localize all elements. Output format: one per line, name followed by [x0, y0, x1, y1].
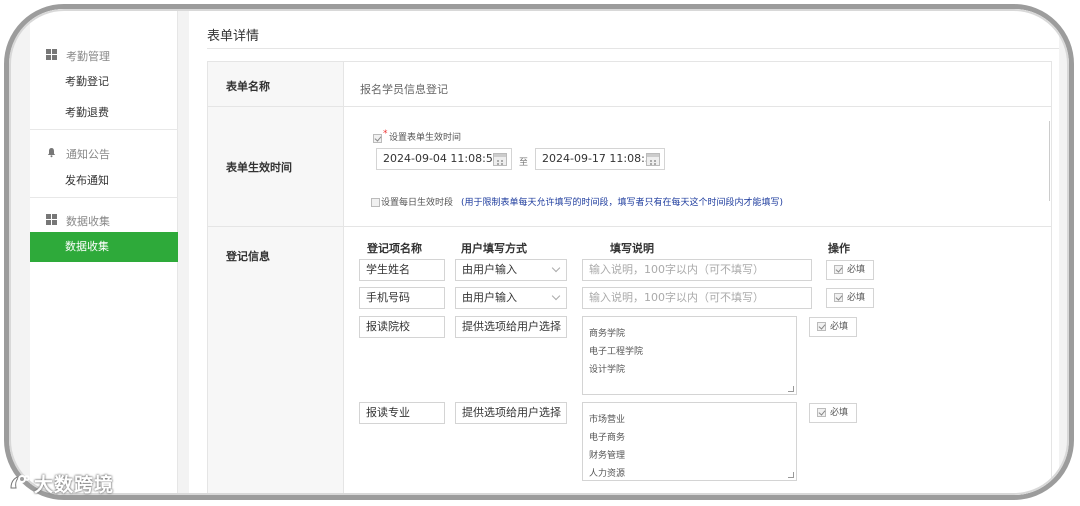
- column-header-mode: 用户填写方式: [461, 242, 527, 255]
- time-required-mark: *: [383, 129, 388, 139]
- sidebar-item-attendance-refund[interactable]: 考勤退费: [30, 98, 178, 128]
- required-checkbox[interactable]: 必填: [826, 260, 874, 280]
- required-label: 必填: [830, 408, 849, 418]
- chevron-down-icon: [551, 263, 561, 273]
- sidebar-item-data-collection[interactable]: 数据收集: [30, 232, 178, 262]
- sidebar-group-label: 通知公告: [66, 148, 110, 161]
- column-header-desc: 填写说明: [610, 242, 654, 255]
- option-line: 电子工程学院: [589, 347, 644, 357]
- field-options-textarea[interactable]: 商务学院 电子工程学院 设计学院: [582, 316, 797, 395]
- form-detail-table: 表单名称 报名学员信息登记 表单生效时间 * 设置表单生效时间 2024-09-…: [207, 61, 1052, 495]
- time-enable-checkbox[interactable]: [373, 134, 382, 143]
- row-divider: [208, 106, 1051, 107]
- end-date-value: 2024-09-17 11:08:58: [542, 152, 659, 165]
- sidebar-item-attendance-register[interactable]: 考勤登记: [30, 67, 178, 97]
- title-divider: [207, 48, 1059, 49]
- time-checkbox-label: 设置表单生效时间: [389, 133, 462, 143]
- resize-handle-icon[interactable]: [788, 386, 794, 392]
- calendar-icon[interactable]: [646, 153, 660, 166]
- select-value: 由用户输入: [462, 291, 517, 304]
- sidebar-group-attendance[interactable]: 考勤管理: [30, 43, 178, 67]
- main-content: 表单详情 表单名称 报名学员信息登记 表单生效时间 * 设置表单生效时间 202…: [189, 9, 1059, 495]
- chevron-down-icon: [551, 291, 561, 301]
- form-time-label: 表单生效时间: [226, 161, 292, 174]
- required-label: 必填: [847, 265, 866, 275]
- field-name-input[interactable]: 报读专业: [359, 402, 445, 424]
- select-value: 提供选项给用户选择: [462, 406, 561, 419]
- option-line: 设计学院: [589, 365, 626, 375]
- sidebar: 考勤管理 考勤登记 考勤退费 通知公告 发布通知 数据收集 数据收集: [30, 9, 178, 495]
- option-line: 财务管理: [589, 451, 626, 461]
- column-header-name: 登记项名称: [367, 242, 422, 255]
- start-date-value: 2024-09-04 11:08:57: [383, 152, 500, 165]
- required-checkbox[interactable]: 必填: [809, 403, 857, 423]
- registration-section: 登记项名称 用户填写方式 填写说明 操作 学生姓名 由用户输入 输入说明，100…: [208, 226, 1051, 495]
- field-options-textarea[interactable]: 市场营业 电子商务 财务管理 人力资源: [582, 402, 797, 481]
- daily-period-checkbox[interactable]: [371, 198, 380, 207]
- field-mode-select[interactable]: 由用户输入: [455, 259, 567, 281]
- form-name-value: 报名学员信息登记: [360, 83, 448, 96]
- daily-period-hint: (用于限制表单每天允许填写的时间段，填写者只有在每天这个时间段内才能填写): [461, 198, 784, 208]
- required-label: 必填: [847, 293, 866, 303]
- option-line: 商务学院: [589, 329, 626, 339]
- field-name-input[interactable]: 报读院校: [359, 316, 445, 338]
- field-name-input[interactable]: 手机号码: [359, 287, 445, 309]
- end-date-input[interactable]: 2024-09-17 11:08:58: [535, 148, 665, 170]
- watermark-logo-icon: [8, 474, 30, 497]
- sidebar-group-label: 数据收集: [66, 215, 110, 228]
- form-name-label: 表单名称: [226, 80, 270, 93]
- sidebar-divider: [30, 129, 178, 130]
- select-value: 提供选项给用户选择: [462, 320, 561, 333]
- bell-icon: [46, 147, 57, 158]
- field-name-input[interactable]: 学生姓名: [359, 259, 445, 281]
- checkbox-icon: [834, 293, 843, 302]
- field-mode-select[interactable]: 提供选项给用户选择: [455, 402, 567, 424]
- sidebar-group-label: 考勤管理: [66, 50, 110, 63]
- page-title: 表单详情: [207, 29, 260, 44]
- checkbox-icon: [834, 265, 843, 274]
- required-label: 必填: [830, 322, 849, 332]
- option-line: 人力资源: [589, 469, 626, 479]
- watermark: 大数跨境: [8, 470, 114, 497]
- sidebar-item-publish-notice[interactable]: 发布通知: [30, 166, 178, 196]
- sidebar-group-data[interactable]: 数据收集: [30, 208, 178, 232]
- daily-period-label: 设置每日生效时段: [381, 198, 454, 208]
- date-range-separator: 至: [519, 158, 529, 168]
- select-value: 由用户输入: [462, 263, 517, 276]
- resize-handle-icon[interactable]: [788, 472, 794, 478]
- sidebar-group-notice[interactable]: 通知公告: [30, 141, 178, 165]
- scrollbar[interactable]: [1049, 121, 1059, 201]
- field-desc-input[interactable]: 输入说明，100字以内（可不填写）: [582, 259, 812, 281]
- field-mode-select[interactable]: 由用户输入: [455, 287, 567, 309]
- option-line: 电子商务: [589, 433, 626, 443]
- option-line: 市场营业: [589, 415, 626, 425]
- field-mode-select[interactable]: 提供选项给用户选择: [455, 316, 567, 338]
- start-date-input[interactable]: 2024-09-04 11:08:57: [376, 148, 512, 170]
- column-header-action: 操作: [828, 242, 850, 255]
- grid-icon: [46, 49, 57, 60]
- required-checkbox[interactable]: 必填: [809, 317, 857, 337]
- field-desc-input[interactable]: 输入说明，100字以内（可不填写）: [582, 287, 812, 309]
- calendar-icon[interactable]: [493, 153, 507, 166]
- required-checkbox[interactable]: 必填: [826, 288, 874, 308]
- screenshot-frame: 考勤管理 考勤登记 考勤退费 通知公告 发布通知 数据收集 数据收集 表单详情 …: [4, 4, 1074, 500]
- watermark-text: 大数跨境: [34, 474, 115, 496]
- checkbox-icon: [817, 322, 826, 331]
- grid-icon: [46, 214, 57, 225]
- checkbox-icon: [817, 408, 826, 417]
- sidebar-divider: [30, 197, 178, 198]
